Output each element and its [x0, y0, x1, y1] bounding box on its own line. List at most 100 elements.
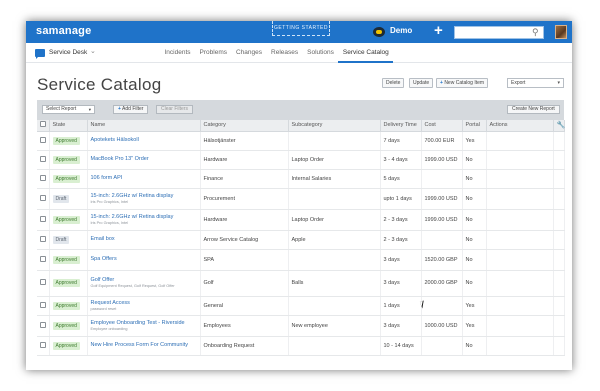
row-checkbox[interactable]	[39, 321, 46, 328]
row-checkbox[interactable]	[39, 341, 46, 348]
export-select[interactable]: Export ▾	[507, 78, 564, 88]
catalog-item-link[interactable]: Request Access	[91, 300, 197, 307]
tab-problems[interactable]: Problems	[195, 43, 231, 63]
table-row[interactable]: Approved New Hire Process Form For Commun…	[37, 336, 565, 356]
catalog-item-link[interactable]: 106 form API	[91, 175, 197, 182]
delivery-time-cell: 3 days	[380, 249, 422, 271]
global-search-input[interactable]	[454, 26, 544, 39]
row-checkbox-cell[interactable]	[37, 296, 50, 316]
table-row[interactable]: Approved Employee Onboarding Test - River…	[37, 315, 565, 337]
user-avatar[interactable]	[555, 25, 567, 39]
catalog-item-link[interactable]: New Hire Process Form For Community	[91, 342, 197, 349]
table-row[interactable]: Approved 106 form API Finance Internal Sala…	[37, 169, 565, 189]
table-row[interactable]: Draft Email box Arrow Service Catalog Apple…	[37, 230, 565, 250]
app-window: samanage GETTING STARTED Demo + ⚲ Servic…	[26, 21, 572, 370]
select-report-dropdown[interactable]: Select Report ▾	[42, 105, 95, 114]
category-cell: Hardware	[200, 209, 289, 231]
row-checkbox[interactable]	[39, 136, 46, 143]
catalog-item-link[interactable]: MacBook Pro 13" Order	[91, 156, 197, 163]
table-row[interactable]: Approved Spa Offers SPA 3 days 1520.00 GBP No	[37, 249, 565, 271]
search-icon[interactable]: ⚲	[532, 27, 539, 38]
catalog-item-link[interactable]: Employee Onboarding Test - Riverside	[91, 320, 197, 327]
row-checkbox-cell[interactable]	[37, 230, 50, 250]
catalog-item-link[interactable]: 15-inch: 2.6GHz w/ Retina display	[91, 193, 197, 200]
table-row[interactable]: Approved Golf Offer Golf Equipment Request…	[37, 270, 565, 297]
tab-service-catalog[interactable]: Service Catalog	[338, 43, 394, 63]
spacer-cell	[553, 249, 565, 271]
getting-started-button[interactable]: GETTING STARTED	[272, 21, 330, 36]
state-badge: Draft	[52, 194, 70, 203]
row-checkbox[interactable]	[39, 235, 46, 242]
row-checkbox-cell[interactable]	[37, 315, 50, 337]
row-checkbox-cell[interactable]	[37, 270, 50, 297]
tab-changes[interactable]: Changes	[232, 43, 267, 63]
row-checkbox[interactable]	[39, 174, 46, 181]
wrench-icon[interactable]: 🔧	[553, 120, 565, 132]
row-checkbox-cell[interactable]	[37, 336, 50, 356]
row-checkbox-cell[interactable]	[37, 131, 50, 151]
portal-cell: No	[462, 270, 487, 297]
new-catalog-item-button[interactable]: + New Catalog Item	[436, 78, 489, 88]
service-desk-switcher[interactable]: Service Desk	[49, 49, 87, 56]
tab-incidents[interactable]: Incidents	[160, 43, 195, 63]
update-button[interactable]: Update	[409, 78, 434, 88]
actions-cell	[486, 249, 554, 271]
select-all-checkbox-cell[interactable]	[37, 120, 50, 132]
subcategory-cell	[288, 131, 381, 151]
row-checkbox-cell[interactable]	[37, 249, 50, 271]
catalog-table: State Name Category Subcategory Delivery…	[37, 120, 565, 356]
row-checkbox-cell[interactable]	[37, 150, 50, 170]
catalog-item-link[interactable]: Spa Offers	[91, 256, 197, 263]
catalog-item-link[interactable]: Email box	[91, 236, 197, 243]
add-new-button[interactable]: +	[434, 22, 443, 40]
name-cell: Email box	[87, 230, 201, 250]
table-row[interactable]: Approved Request Access password reset Gene…	[37, 296, 565, 316]
create-new-report-button[interactable]: Create New Report	[507, 105, 560, 114]
table-row[interactable]: Approved 15-inch: 2.6GHz w/ Retina displa…	[37, 209, 565, 231]
table-row[interactable]: Approved MacBook Pro 13" Order Hardware Lap…	[37, 150, 565, 170]
column-header-subcategory[interactable]: Subcategory	[288, 120, 381, 132]
column-header-delivery-time[interactable]: Delivery Time	[380, 120, 422, 132]
state-cell: Approved	[49, 296, 88, 316]
catalog-item-link[interactable]: Apotekets Hälsokoll	[91, 137, 197, 144]
column-header-category[interactable]: Category	[200, 120, 289, 132]
select-all-checkbox[interactable]	[39, 121, 46, 128]
samanage-logo[interactable]: samanage	[36, 25, 91, 37]
row-checkbox[interactable]	[39, 279, 46, 285]
row-checkbox[interactable]	[39, 301, 46, 308]
account-name[interactable]: Demo	[390, 26, 412, 35]
column-header-cost[interactable]: Cost	[421, 120, 463, 132]
portal-cell: No	[462, 188, 487, 210]
row-checkbox[interactable]	[39, 255, 46, 262]
chevron-down-icon: ▾	[88, 107, 91, 112]
delivery-time-cell: 3 days	[380, 315, 422, 337]
category-cell: SPA	[200, 249, 289, 271]
tab-releases[interactable]: Releases	[267, 43, 303, 63]
column-header-portal[interactable]: Portal	[462, 120, 487, 132]
row-checkbox[interactable]	[39, 194, 46, 201]
row-checkbox-cell[interactable]	[37, 169, 50, 189]
delete-button[interactable]: Delete	[382, 78, 405, 88]
clear-filters-button[interactable]: Clear Filters	[156, 105, 193, 114]
row-checkbox-cell[interactable]	[37, 209, 50, 231]
table-row[interactable]: Approved Apotekets Hälsokoll Hälsotjänster…	[37, 131, 565, 151]
row-checkbox[interactable]	[39, 215, 46, 222]
delivery-time-cell: upto 1 days	[380, 188, 422, 210]
catalog-item-link[interactable]: 15-inch: 2.6GHz w/ Retina display	[91, 214, 197, 221]
column-header-state[interactable]: State	[49, 120, 88, 132]
spacer-cell	[553, 169, 565, 189]
spacer-cell	[553, 150, 565, 170]
row-checkbox-cell[interactable]	[37, 188, 50, 210]
state-cell: Approved	[49, 169, 88, 189]
name-cell: 15-inch: 2.6GHz w/ Retina display Iris Pr…	[87, 188, 201, 210]
add-filter-button[interactable]: + Add Filter	[113, 105, 149, 114]
catalog-item-link[interactable]: Golf Offer	[91, 277, 197, 284]
chevron-down-icon[interactable]: ⌄	[90, 47, 96, 55]
table-row[interactable]: Draft 15-inch: 2.6GHz w/ Retina display Ir…	[37, 188, 565, 210]
account-logo-icon[interactable]	[373, 27, 385, 37]
category-cell: Hälsotjänster	[200, 131, 289, 151]
row-checkbox[interactable]	[39, 155, 46, 162]
column-header-name[interactable]: Name	[87, 120, 201, 132]
tab-solutions[interactable]: Solutions	[303, 43, 339, 63]
subcategory-cell: Laptop Order	[288, 150, 381, 170]
